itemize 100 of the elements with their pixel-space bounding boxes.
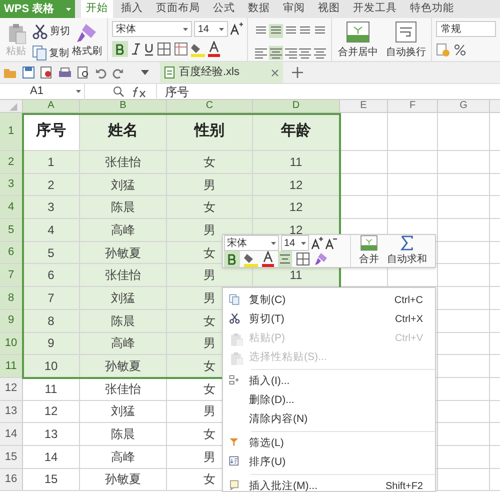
close-icon[interactable] xyxy=(271,68,279,76)
ribbon-tab[interactable]: 数据 xyxy=(243,0,275,18)
column-title-cell: 姓名 xyxy=(80,113,167,150)
ribbon-tab[interactable]: 开发工具 xyxy=(348,0,402,18)
row-header[interactable]: 10 xyxy=(0,332,23,354)
increase-font-icon[interactable] xyxy=(311,236,323,250)
copy-button[interactable]: 复制 xyxy=(32,45,70,61)
row-header[interactable]: 4 xyxy=(0,196,23,218)
print-icon[interactable] xyxy=(58,66,72,78)
column-header[interactable]: E xyxy=(340,100,388,112)
row-header[interactable]: 8 xyxy=(0,287,23,309)
table-cell: 刘猛 xyxy=(80,400,167,422)
ribbon-tab[interactable]: 特色功能 xyxy=(405,0,459,18)
font-name-dropdown[interactable]: 宋体 xyxy=(112,21,192,37)
row-header[interactable]: 14 xyxy=(0,423,23,445)
decrease-font-icon[interactable] xyxy=(325,236,337,250)
table-cell: 张佳怡 xyxy=(80,151,167,173)
cell-reference: A1 xyxy=(30,84,44,100)
row-header[interactable]: 13 xyxy=(0,400,23,422)
clipboard-icon xyxy=(229,350,243,364)
column-header[interactable]: A xyxy=(23,100,80,112)
table-cell: 12 xyxy=(253,174,340,196)
brush-icon[interactable] xyxy=(314,252,328,266)
row-header[interactable]: 12 xyxy=(0,378,23,400)
row-header[interactable]: 9 xyxy=(0,310,23,332)
table-cell: 陈晨 xyxy=(80,423,167,445)
row-header[interactable]: 6 xyxy=(0,242,23,264)
save-icon[interactable] xyxy=(22,66,35,79)
table-cell: 10 xyxy=(23,355,80,377)
bold-button[interactable] xyxy=(224,251,240,267)
fill-color-icon[interactable] xyxy=(244,251,258,267)
number-format-value: 常规 xyxy=(441,24,461,35)
autosum-button[interactable]: 自动求和 xyxy=(387,235,427,267)
caret-icon xyxy=(218,28,224,30)
table-cell: 张佳怡 xyxy=(80,378,167,400)
align-middle-icon[interactable] xyxy=(268,24,283,38)
table-cell: 9 xyxy=(23,332,80,354)
font-size-value: 14 xyxy=(198,22,209,36)
print-preview-icon[interactable] xyxy=(77,66,90,79)
borders-icon[interactable] xyxy=(157,42,171,56)
document-tab[interactable]: 百度经验.xls xyxy=(160,62,283,83)
ribbon-tab[interactable]: 公式 xyxy=(208,0,240,18)
font-size-dropdown[interactable]: 14 xyxy=(281,235,309,251)
row-header[interactable]: 5 xyxy=(0,219,23,241)
font-color-icon[interactable] xyxy=(262,251,274,267)
column-header[interactable]: B xyxy=(80,100,167,112)
align-right-icon[interactable] xyxy=(284,46,298,60)
align-center-icon[interactable] xyxy=(278,251,292,267)
merge-cells-icon xyxy=(346,21,370,43)
spreadsheet-file-icon xyxy=(164,66,175,79)
column-header[interactable]: F xyxy=(388,100,438,112)
row-header[interactable]: 1 xyxy=(0,113,23,150)
row-header[interactable]: 16 xyxy=(0,468,23,490)
table-cell: 陈晨 xyxy=(80,196,167,218)
italic-icon[interactable] xyxy=(131,43,141,55)
merge-button[interactable]: 合并 xyxy=(357,235,381,267)
row-header[interactable]: 15 xyxy=(0,446,23,468)
underline-icon[interactable] xyxy=(144,42,154,56)
font-size-dropdown[interactable]: 14 xyxy=(194,21,228,37)
scissors-icon xyxy=(32,24,48,39)
row-header[interactable]: 11 xyxy=(0,355,23,377)
table-cell: 高峰 xyxy=(80,219,167,241)
bold-icon xyxy=(228,254,236,264)
redo-icon[interactable] xyxy=(112,66,124,78)
function-icon[interactable] xyxy=(132,86,148,98)
align-left-icon[interactable] xyxy=(254,46,268,60)
merge-center-button[interactable]: 合并居中 xyxy=(338,21,378,60)
font-color-icon[interactable] xyxy=(208,41,220,57)
row-header[interactable]: 7 xyxy=(0,264,23,286)
cut-button[interactable]: 剪切 xyxy=(32,24,70,39)
table-cell: 12 xyxy=(23,400,80,422)
column-header[interactable]: G xyxy=(438,100,490,112)
ribbon-tab[interactable]: 审阅 xyxy=(278,0,310,18)
fill-color-icon[interactable] xyxy=(191,41,205,57)
ribbon-tab[interactable]: 开始 xyxy=(81,0,113,18)
borders-icon[interactable] xyxy=(296,252,310,266)
ribbon-tab[interactable]: 插入 xyxy=(116,0,148,18)
align-center-icon[interactable] xyxy=(268,46,283,60)
bold-button[interactable] xyxy=(112,41,128,57)
ribbon-tab[interactable]: 页面布局 xyxy=(151,0,205,18)
table-cell: 6 xyxy=(23,264,80,286)
row-header[interactable]: 2 xyxy=(0,151,23,173)
column-title-cell: 性别 xyxy=(167,113,253,150)
row-header[interactable]: 3 xyxy=(0,174,23,196)
wrap-text-button[interactable]: 自动换行 xyxy=(386,21,426,60)
dropdown-icon[interactable] xyxy=(141,70,149,75)
font-name-value: 宋体 xyxy=(116,22,136,36)
ribbon-tab[interactable]: 视图 xyxy=(313,0,345,18)
column-header[interactable]: D xyxy=(253,100,340,112)
increase-font-icon[interactable] xyxy=(230,22,244,36)
shortcut-label: Ctrl+V xyxy=(394,332,423,346)
zoom-icon[interactable] xyxy=(113,86,124,97)
table-cell: 4 xyxy=(23,219,80,241)
column-header[interactable]: C xyxy=(167,100,253,112)
add-tab-icon[interactable] xyxy=(292,67,303,78)
number-format-dropdown[interactable]: 常规 xyxy=(436,21,496,37)
percent-icon[interactable] xyxy=(454,44,466,56)
table-style-icon[interactable] xyxy=(174,42,188,56)
format-painter-button[interactable]: 格式刷 xyxy=(72,22,102,59)
undo-icon[interactable] xyxy=(95,66,107,78)
